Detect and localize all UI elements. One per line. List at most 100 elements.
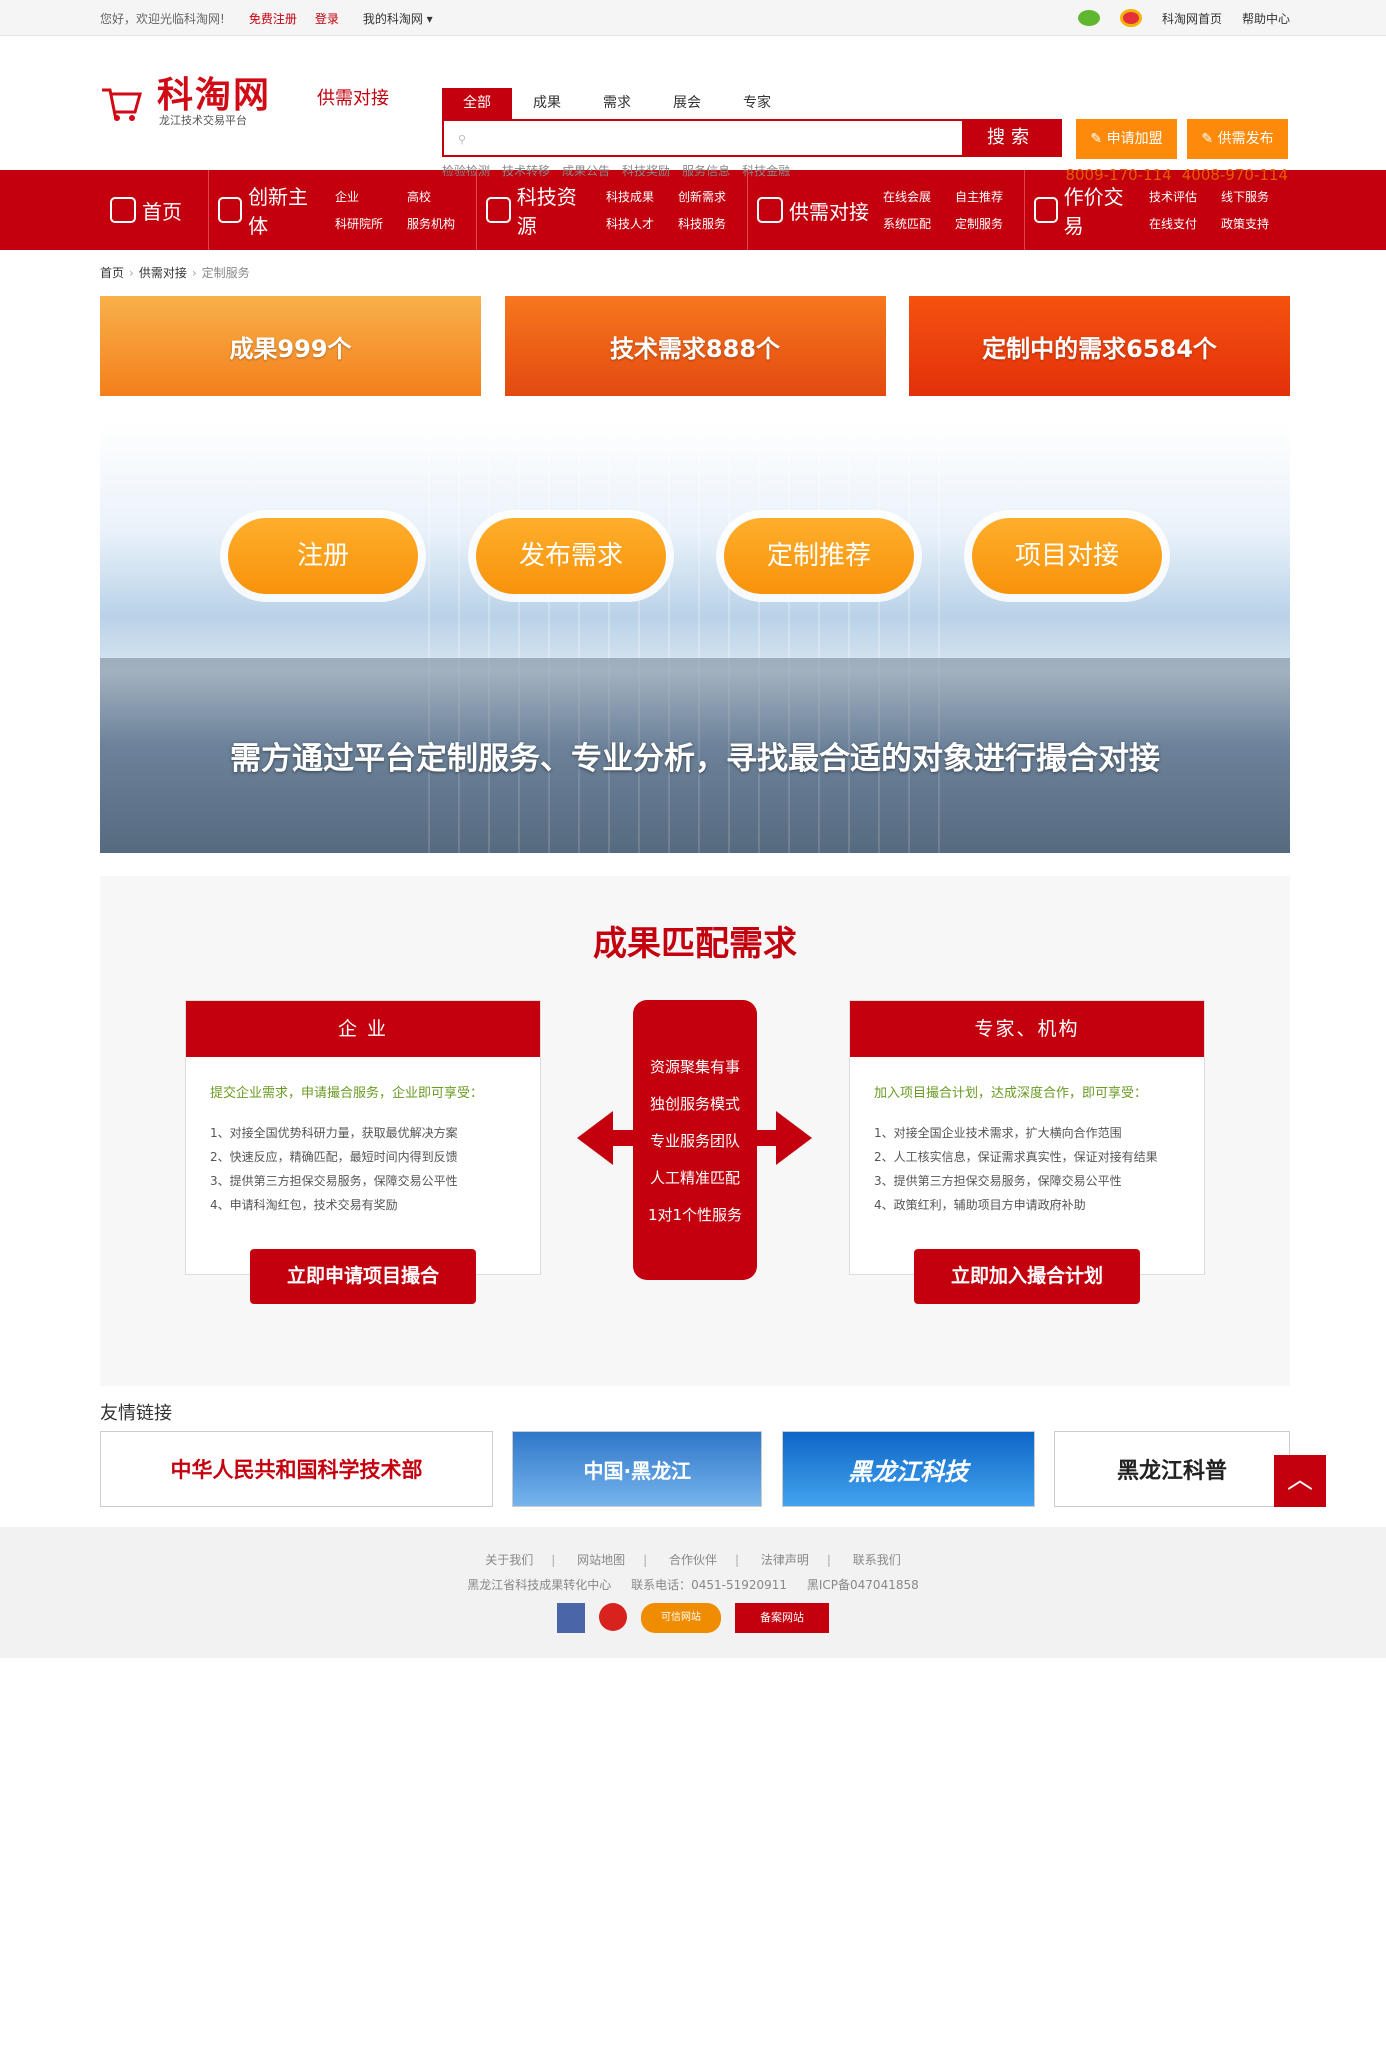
enterprise-card: 企 业 提交企业需求，申请撮合服务，企业即可享受： 1、对接全国优势科研力量，获… [185,1000,541,1304]
arrow-right-icon [776,1111,812,1165]
search-icon: ⚲ [458,133,467,146]
nav-sub-item[interactable]: 企业 [335,188,407,205]
nav-trading[interactable]: 作价交易 [1034,181,1135,239]
nav-sub-item[interactable]: 创新需求 [678,188,738,205]
link-most[interactable]: 中华人民共和国科学技术部 [100,1431,493,1507]
chevron-right-icon: › [191,266,197,280]
list-item: 3、提供第三方担保交易服务，保障交易公平性 [874,1174,1122,1188]
nav-matching[interactable]: 供需对接 [757,196,869,225]
nav-trading-label: 作价交易 [1063,185,1124,238]
publish-button[interactable]: ✎ 供需发布 [1187,119,1288,159]
nav-group-resources: 科技资源 科技成果 创新需求 科技人才 科技服务 [476,170,747,250]
nav-sub-item[interactable]: 系统匹配 [883,215,955,232]
nav-sub-item[interactable]: 在线会展 [883,188,955,205]
feature-item: 专业服务团队 [649,1131,740,1150]
footer-link-legal[interactable]: 法律声明 [761,1553,809,1567]
feature-item: 人工精准匹配 [649,1168,740,1187]
trusted-site-badge[interactable]: 可信网站 [641,1603,721,1633]
footer-phone: 联系电话：0451-51920911 [631,1578,788,1592]
weibo-icon[interactable] [1119,9,1142,27]
search-button[interactable]: 搜索 [962,121,1060,155]
nav-sub-item[interactable]: 科技人才 [606,215,678,232]
back-to-top-button[interactable]: ︿ [1274,1455,1326,1507]
stat-banners: 成果999个 技术需求888个 定制中的需求6584个 [100,296,1290,396]
breadcrumb-matching[interactable]: 供需对接 [139,266,187,280]
nav-sub-item[interactable]: 自主推荐 [955,188,1015,205]
divider: | [643,1553,648,1567]
link-hlj-science[interactable]: 黑龙江科普 [1053,1431,1290,1507]
friend-links: 中华人民共和国科学技术部 中国·黑龙江 黑龙江科技 黑龙江科普 [100,1431,1290,1507]
nav-sub-item[interactable]: 服务机构 [407,215,467,232]
nav-resources-label: 科技资源 [516,185,577,238]
police-badge-icon[interactable] [557,1603,585,1633]
record-site-badge[interactable]: 备案网站 [735,1603,829,1633]
nav-sub-item[interactable]: 科研院所 [335,215,407,232]
expert-card-lead: 加入项目撮合计划，达成深度合作，即可享受： [874,1086,1148,1101]
nav-sub-item[interactable]: 技术评估 [1149,188,1221,205]
apply-matching-button[interactable]: 立即申请项目撮合 [250,1249,476,1304]
nav-sub-item[interactable]: 科技成果 [606,188,678,205]
connector-bar [756,1130,778,1146]
footer-badges: 可信网站 备案网站 [0,1603,1386,1633]
match-title: 成果匹配需求 [593,924,797,964]
footer-info: 黑龙江省科技成果转化中心 联系电话：0451-51920911 黑ICP备047… [0,1576,1386,1593]
expert-card-header: 专家、机构 [850,1001,1204,1057]
site-home-link[interactable]: 科淘网首页 [1162,10,1222,27]
link-hlj-tech[interactable]: 黑龙江科技 [781,1431,1035,1507]
nav-sub-item[interactable]: 在线支付 [1149,215,1221,232]
help-center-link[interactable]: 帮助中心 [1242,10,1290,27]
stat-achievements[interactable]: 成果999个 [100,296,481,396]
list-item: 4、政策红利，辅助项目方申请政府补助 [874,1198,1086,1212]
footer-link-partners[interactable]: 合作伙伴 [669,1553,717,1567]
stat-custom-demands[interactable]: 定制中的需求6584个 [909,296,1290,396]
friend-links-title: 友情链接 [100,1403,172,1424]
logo-title: 科淘网 [157,75,272,116]
emblem-badge-icon[interactable] [599,1603,627,1631]
nav-sub-item[interactable]: 科技服务 [678,215,738,232]
divider: | [551,1553,556,1567]
footer-link-contact[interactable]: 联系我们 [853,1553,901,1567]
search-tab-demand[interactable]: 需求 [582,88,652,119]
nav-sub-item[interactable]: 高校 [407,188,467,205]
nav-resources[interactable]: 科技资源 [486,181,592,239]
footer-link-sitemap[interactable]: 网站地图 [577,1553,625,1567]
enterprise-card-header: 企 业 [186,1001,540,1057]
join-matching-plan-button[interactable]: 立即加入撮合计划 [914,1249,1140,1304]
search-tab-exhibition[interactable]: 展会 [652,88,722,119]
register-link[interactable]: 免费注册 [249,10,297,27]
project-match-pill-button[interactable]: 项目对接 [972,518,1162,594]
search-input[interactable] [444,121,962,155]
login-link[interactable]: 登录 [315,10,339,27]
register-pill-button[interactable]: 注册 [228,518,418,594]
tag-icon [218,197,243,223]
nav-innovation[interactable]: 创新主体 [218,181,321,239]
link-hlj-gov[interactable]: 中国·黑龙江 [512,1431,763,1507]
welcome-text: 您好，欢迎光临科淘网! [100,11,225,26]
arrow-left-icon [577,1111,613,1165]
cart-icon [102,88,142,121]
nav-sub-item[interactable]: 政策支持 [1221,215,1281,232]
publish-label: 供需发布 [1217,131,1274,147]
expert-benefits: 1、对接全国企业技术需求，扩大横向合作范围 2、人工核实信息，保证需求真实性，保… [874,1121,1204,1217]
footer-icp: 黑ICP备047041858 [806,1578,919,1592]
custom-recommend-pill-button[interactable]: 定制推荐 [724,518,914,594]
stat-demands[interactable]: 技术需求888个 [504,296,886,396]
feature-item: 1对1个性服务 [647,1205,743,1224]
search-tabs: 全部 成果 需求 展会 专家 [442,88,1062,119]
search-tab-all[interactable]: 全部 [442,88,512,119]
wechat-icon[interactable] [1077,10,1100,26]
apply-join-button[interactable]: ✎ 申请加盟 [1076,119,1177,159]
nav-sub-item[interactable]: 线下服务 [1221,188,1281,205]
nav-group-innovation: 创新主体 企业 高校 科研院所 服务机构 [208,170,476,250]
search-tab-expert[interactable]: 专家 [722,88,792,119]
nav-home[interactable]: 首页 [110,196,182,225]
breadcrumb-home[interactable]: 首页 [100,266,124,280]
footer-link-about[interactable]: 关于我们 [485,1553,533,1567]
publish-demand-pill-button[interactable]: 发布需求 [476,518,666,594]
nav-sub-item[interactable]: 定制服务 [955,215,1015,232]
main-nav: 首页 创新主体 企业 高校 科研院所 服务机构 科技资源 科技成果 创新需求 科… [0,170,1386,250]
home-icon [110,197,136,223]
my-account-menu[interactable]: 我的科淘网 ▾ [363,10,433,27]
search-tab-achievement[interactable]: 成果 [512,88,582,119]
chevron-right-icon: › [129,266,134,280]
